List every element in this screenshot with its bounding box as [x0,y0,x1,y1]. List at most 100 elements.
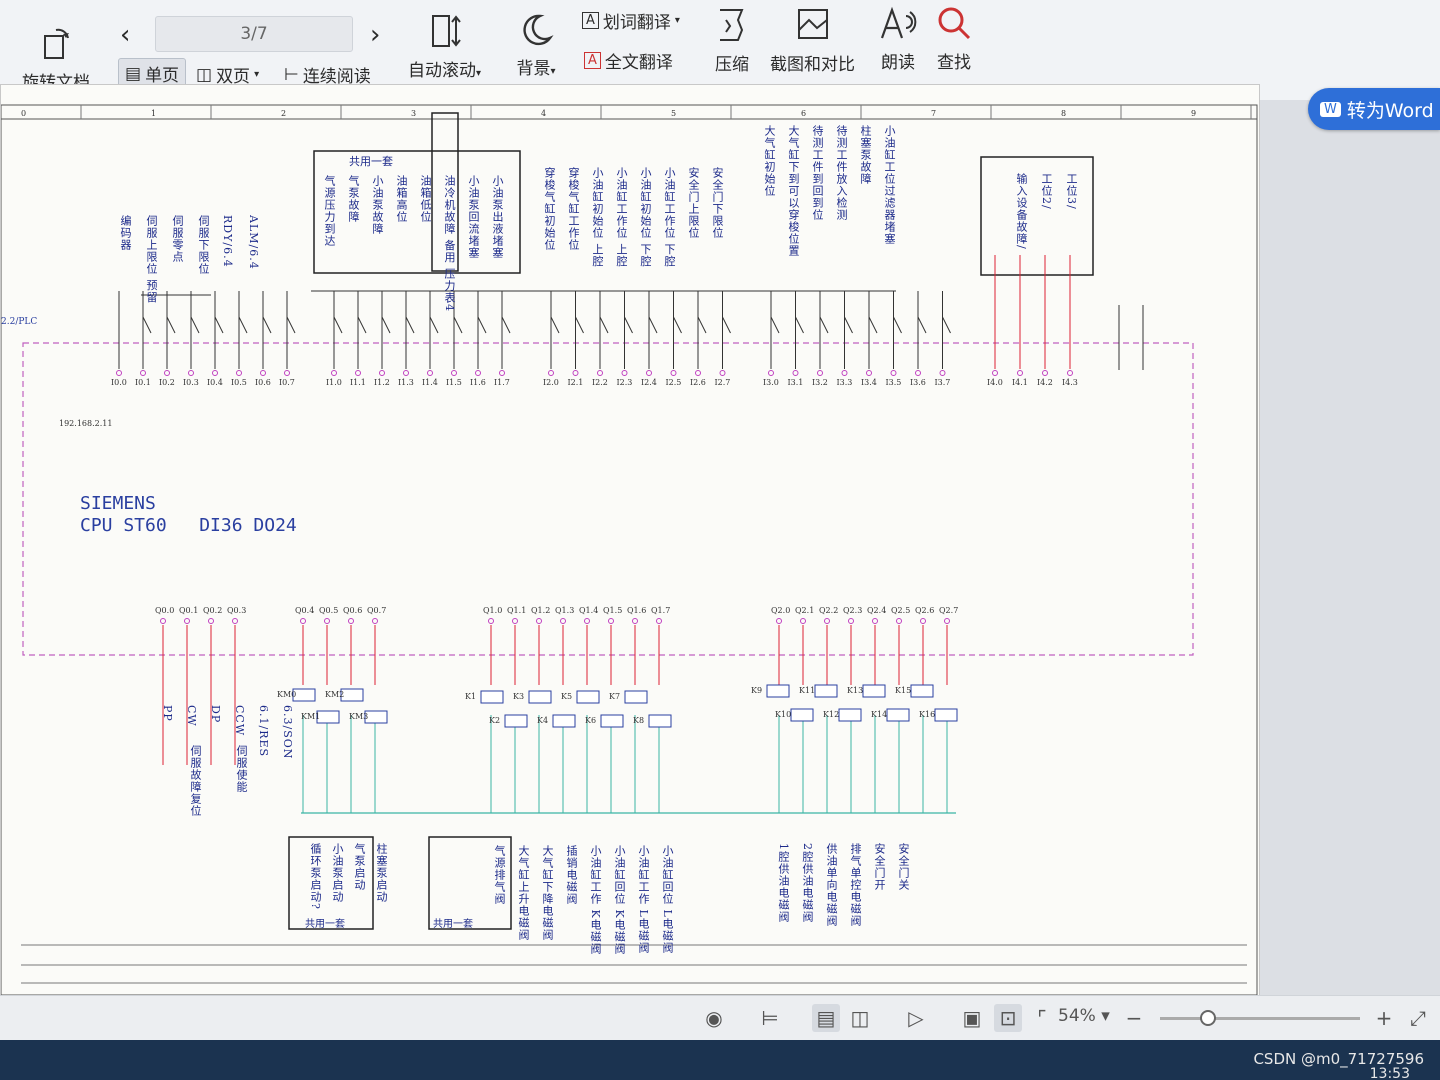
prev-page-button[interactable]: ‹ [120,20,130,50]
input-terminal-label: I1.3 [398,378,414,387]
input-terminal [116,370,122,376]
zoom-in-icon[interactable]: + [1370,1004,1398,1032]
input-label: 小油泵出液堵塞 [491,175,504,259]
word-translate-button[interactable]: A 划词翻译 ▾ [582,8,680,33]
relay-coil [504,714,528,728]
output-terminal-label: Q1.7 [651,606,670,615]
compress-button[interactable]: 压缩 [712,6,752,75]
input-terminal [646,370,652,376]
screenshot-compare-button[interactable]: 截图和对比 [770,6,855,75]
full-translate-label: 全文翻译 [604,53,673,73]
output-terminal-label: Q2.7 [939,606,958,615]
input-contact [142,316,152,334]
read-aloud-button[interactable]: 朗读 [878,4,918,73]
shared-box-title: 共用一套 [349,155,393,168]
input-terminal-label: I1.7 [494,378,510,387]
input-label: 小油缸工位过滤器堵塞 [883,125,896,245]
input-terminal-label: I0.6 [255,378,271,387]
convert-to-word-button[interactable]: W 转为Word [1308,88,1440,130]
input-terminal-label: I0.3 [183,378,199,387]
output-label: 6.1/RES [257,705,270,758]
background-label: 背景 [516,59,551,79]
word-translate-icon: A [582,12,599,29]
relay-label: K2 [489,716,500,725]
crop-icon[interactable]: ⌜ [1028,1004,1056,1032]
rotate-doc-button[interactable]: 旋转文档 [22,24,90,93]
fullscreen-icon[interactable]: ⤢ [1404,1004,1432,1032]
relay-label: K16 [919,710,935,719]
rotate-doc-icon [44,28,69,59]
auto-scroll-button[interactable]: 自动滚动▾ [408,12,481,81]
clock: 13:53 [1369,1066,1410,1080]
read-aloud-icon [880,6,917,39]
output-label: CW [185,705,198,727]
word-translate-label: 划词翻译 [602,13,671,33]
input-label: 小油泵回流堵塞 [467,175,480,259]
relay-label: KM0 [277,690,296,699]
input-contact [381,316,391,334]
input-label: 小油缸初始位 上腔 [591,167,604,268]
output-terminal [824,618,830,624]
input-terminal [403,370,409,376]
output-label: 小油缸工作 L电磁阀 [637,845,650,954]
column-number: 1 [151,109,156,118]
input-contact [722,316,731,334]
input-terminal [572,370,579,376]
find-button[interactable]: 查找 [934,4,974,73]
input-label: 小油缸初始位 下腔 [639,167,652,268]
input-contact [405,316,415,334]
fit-width-icon[interactable]: ⊨ [756,1004,784,1032]
output-label: 大气缸下降电磁阀 [541,845,554,941]
output-label: 气源排气阀 [493,845,506,905]
relay-coil [648,714,672,728]
output-terminal [348,618,354,624]
zoom-slider-thumb[interactable] [1200,1010,1216,1026]
input-terminal [992,370,998,376]
single-page-view-icon[interactable]: ▤ [812,1004,840,1032]
input-terminal-label: I3.7 [935,378,951,387]
output-terminal-label: Q2.3 [843,606,862,615]
fit-page-icon[interactable]: ▣ [958,1004,986,1032]
input-terminal-label: I1.1 [350,378,366,387]
relay-coil [790,708,814,722]
output-terminal [608,618,614,624]
output-label: CCW [233,705,246,737]
actual-size-icon[interactable]: ⊡ [994,1004,1022,1032]
input-terminal [284,370,290,376]
output-terminal-label: Q1.4 [579,606,598,615]
relay-label: K4 [537,716,548,725]
next-page-button[interactable]: › [370,20,380,50]
eye-protect-icon[interactable]: ◉ [700,1004,728,1032]
column-number: 4 [541,109,546,118]
input-terminal-label: I2.4 [641,378,657,387]
play-icon[interactable]: ▷ [902,1004,930,1032]
relay-label: K6 [585,716,596,725]
zoom-slider[interactable] [1160,1010,1360,1026]
output-terminal [160,618,166,624]
background-button[interactable]: 背景▾ [516,10,556,79]
input-terminal [164,370,170,376]
zoom-out-icon[interactable]: − [1120,1004,1148,1032]
input-terminal-label: I2.5 [666,378,682,387]
input-terminal [475,370,481,376]
output-label: 柱塞泵启动 [375,843,388,903]
convert-to-word-label: 转为Word [1346,99,1434,122]
output-terminal [488,618,494,624]
output-label: 小油泵启动 [331,843,344,903]
input-contact [357,316,367,334]
full-translate-button[interactable]: A 全文翻译 [584,48,673,73]
input-terminal-label: I4.0 [987,378,1003,387]
double-page-view-icon[interactable]: ◫ [846,1004,874,1032]
output-terminal-label: Q0.3 [227,606,246,615]
zoom-level[interactable]: 54% ▾ [1058,1006,1110,1026]
relay-coil [886,708,910,722]
input-terminal [768,370,774,376]
input-terminal [866,370,872,376]
taskbar [0,1040,1440,1080]
input-terminal-label: I2.3 [617,378,633,387]
input-contact [697,316,707,334]
output-label: 安全门关 [897,843,910,891]
page-number-input[interactable]: 3/7 [155,16,353,52]
single-page-icon: ▤ [125,63,142,84]
input-label: 伺服下限位 [197,215,210,275]
